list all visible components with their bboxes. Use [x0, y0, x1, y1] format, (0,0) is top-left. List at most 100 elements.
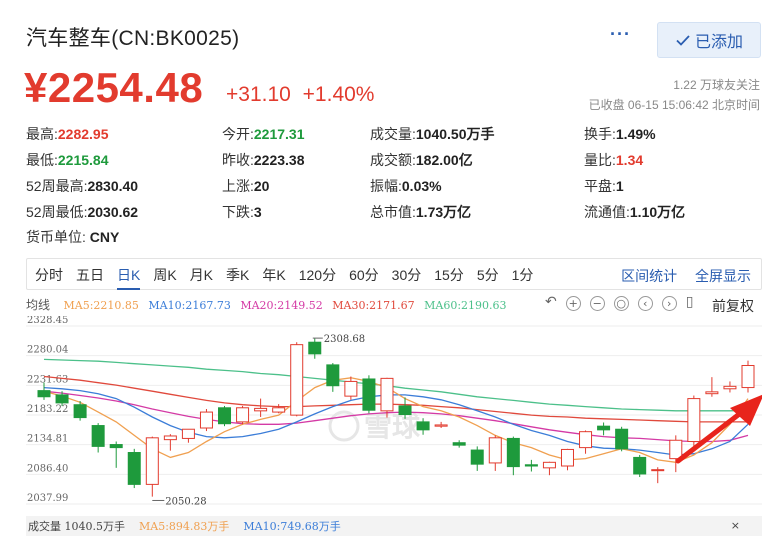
scroll-left-icon[interactable]: ‹ [637, 296, 653, 311]
price-change: +31.10 +1.40% [226, 83, 374, 107]
volume-label: 成交量 1040.5万手 [28, 520, 125, 533]
added-watchlist-button[interactable]: 已添加 [657, 22, 761, 58]
candle-body [91, 425, 105, 447]
candle-body [181, 428, 195, 439]
period-tabs: 分时 五日 日K 周K 月K 季K 年K 120分 60分 30分 15分 5分… [26, 258, 762, 290]
candle-body [290, 344, 304, 416]
quote-amount: 成交额:182.00亿 [370, 152, 473, 168]
zoom-in-icon[interactable]: + [565, 296, 581, 311]
change-percent: +1.40% [302, 83, 375, 106]
quote-turnover: 换手:1.49% [584, 126, 656, 142]
candle-body [579, 431, 593, 449]
candle-body [542, 461, 556, 469]
y-tick-label: 2328.45 [27, 316, 68, 326]
candle-body [55, 394, 69, 404]
quote-volume-ratio: 量比:1.34 [584, 152, 644, 168]
tab-intraday[interactable]: 分时 [35, 259, 63, 290]
change-value: +31.10 [226, 83, 291, 106]
tab-120min[interactable]: 120分 [299, 259, 336, 290]
more-options-button[interactable]: ··· [610, 25, 631, 43]
candle-body [651, 469, 665, 472]
candle-body [669, 439, 683, 460]
candle-body [705, 391, 719, 395]
volume-ma5: MA5:894.83万手 [139, 520, 230, 533]
candle-body [127, 452, 141, 485]
quote-52w-low: 52周最低:2030.62 [26, 204, 139, 220]
quote-fall-count: 下跌:3 [222, 204, 262, 220]
candle-body [199, 411, 213, 429]
ma10-value: MA10:2167.73 [148, 299, 231, 312]
page-title: 汽车整车(CN:BK0025) [26, 27, 240, 50]
candle-body [37, 390, 51, 398]
candle-body [524, 464, 538, 467]
zoom-out-icon[interactable]: − [589, 296, 605, 311]
tab-five-day[interactable]: 五日 [76, 259, 104, 290]
quote-amplitude: 振幅:0.03% [370, 178, 442, 194]
volume-ma10: MA10:749.68万手 [243, 520, 341, 533]
candle-body [398, 405, 412, 416]
candle-body [218, 407, 232, 425]
ma30-value: MA30:2171.67 [332, 299, 415, 312]
tab-30min[interactable]: 30分 [392, 259, 422, 290]
quote-52w-high: 52周最高:2830.40 [26, 178, 139, 194]
candle-body [326, 364, 340, 387]
candle-body [73, 404, 87, 419]
tab-actions: 区间统计 全屏显示 [621, 266, 751, 286]
added-label: 已添加 [694, 34, 743, 51]
quote-low: 最低:2215.84 [26, 152, 109, 168]
candle-body [254, 407, 268, 412]
y-tick-label: 2037.99 [27, 493, 68, 504]
kline-chart[interactable]: 2328.45 2280.04 2231.63 2183.22 2134.81 2086.… [26, 316, 762, 514]
tab-15min[interactable]: 15分 [434, 259, 464, 290]
quote-currency: 货币单位: CNY [26, 229, 120, 245]
quote-float-cap: 流通值:1.10万亿 [584, 204, 686, 220]
chart-tools: ↶ + − ○ ‹ › ▯ [545, 295, 694, 311]
quote-open: 今开:2217.31 [222, 126, 305, 142]
ma5-value: MA5:2210.85 [63, 299, 139, 312]
kline-svg: 2328.452280.042231.632183.222134.812086.… [26, 316, 762, 507]
candle-body [109, 444, 123, 449]
candle-body [236, 407, 250, 423]
market-status: 已收盘 06-15 15:06:42 北京时间 [588, 98, 760, 112]
tab-5min[interactable]: 5分 [477, 259, 499, 290]
candle-body [687, 398, 701, 442]
candle-body [470, 449, 484, 465]
candle-body [272, 407, 286, 413]
scroll-right-icon[interactable]: › [661, 296, 677, 311]
watermark-text: 雪球 [364, 410, 421, 443]
annotation-label: 2308.68 [324, 334, 365, 345]
quote-flat-count: 平盘:1 [584, 178, 624, 194]
candle-body [416, 421, 430, 431]
volume-legend: 成交量 1040.5万手 MA5:894.83万手 MA10:749.68万手 … [26, 516, 762, 536]
arrow-head-icon [730, 394, 762, 426]
undo-icon[interactable]: ↶ [545, 295, 557, 311]
tab-daily-k[interactable]: 日K [117, 259, 141, 290]
tab-yearly-k[interactable]: 年K [262, 259, 285, 290]
candle-body [452, 442, 466, 446]
y-tick-label: 2134.81 [27, 434, 68, 445]
followers-count[interactable]: 1.22 万球友关注 [673, 76, 760, 93]
ma-legend-label: 均线 [26, 298, 51, 312]
y-tick-label: 2086.40 [27, 463, 68, 474]
close-volume-icon[interactable]: × [731, 519, 740, 532]
candle-body [308, 341, 322, 355]
ma-legend: 均线 MA5:2210.85 MA10:2167.73 MA20:2149.52… [26, 296, 513, 313]
candle-body [163, 435, 177, 441]
reset-icon[interactable]: ○ [613, 296, 629, 311]
tab-1min[interactable]: 1分 [512, 259, 534, 290]
tab-monthly-k[interactable]: 月K [190, 259, 213, 290]
tab-quarterly-k[interactable]: 季K [226, 259, 249, 290]
quote-high: 最高:2282.95 [26, 126, 109, 142]
candle-body [723, 385, 737, 390]
quote-prev-close: 昨收:2223.38 [222, 152, 305, 168]
fullscreen-link[interactable]: 全屏显示 [695, 268, 751, 284]
tab-60min[interactable]: 60分 [349, 259, 379, 290]
current-price: ¥2254.48 [24, 64, 204, 111]
candle-body [741, 364, 755, 389]
tab-weekly-k[interactable]: 周K [153, 259, 176, 290]
candle-body [362, 378, 376, 411]
pin-icon[interactable]: ▯ [686, 295, 694, 311]
quote-rise-count: 上涨:20 [222, 178, 270, 194]
adjust-mode-select[interactable]: 前复权 [712, 296, 754, 316]
interval-stats-link[interactable]: 区间统计 [621, 268, 677, 284]
